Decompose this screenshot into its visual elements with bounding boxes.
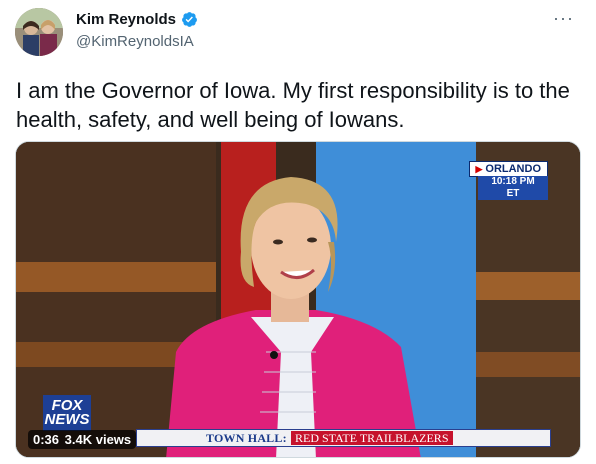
- location-text: ORLANDO: [485, 163, 541, 175]
- more-options-icon[interactable]: ···: [553, 8, 574, 29]
- news-ticker: TOWN HALL: RED STATE TRAILBLAZERS: [136, 429, 551, 447]
- time-badge: 10:18 PM ET: [478, 176, 548, 200]
- video-duration: 0:36: [33, 432, 60, 447]
- video-views: 3.4K views: [64, 432, 132, 447]
- play-triangle-icon: ▶: [475, 164, 483, 174]
- author-name[interactable]: Kim Reynolds: [76, 11, 176, 28]
- author-name-row[interactable]: Kim Reynolds: [76, 11, 198, 28]
- verified-badge-icon: [182, 12, 197, 27]
- video-stats: 0:36 3.4K views: [28, 430, 137, 449]
- avatar[interactable]: [15, 8, 63, 56]
- author-handle[interactable]: @KimReynoldsIA: [76, 33, 194, 50]
- location-badge: ▶ ORLANDO: [469, 161, 548, 177]
- network-logo: FOX NEWS: [43, 395, 91, 431]
- ticker-subtitle: RED STATE TRAILBLAZERS: [291, 431, 453, 445]
- avatar-image: [15, 8, 63, 56]
- video-player[interactable]: ▶ ORLANDO 10:18 PM ET FOX NEWS TOWN HALL:…: [15, 141, 581, 458]
- tweet-text: I am the Governor of Iowa. My first resp…: [16, 78, 570, 132]
- ticker-title: TOWN HALL:: [206, 431, 287, 445]
